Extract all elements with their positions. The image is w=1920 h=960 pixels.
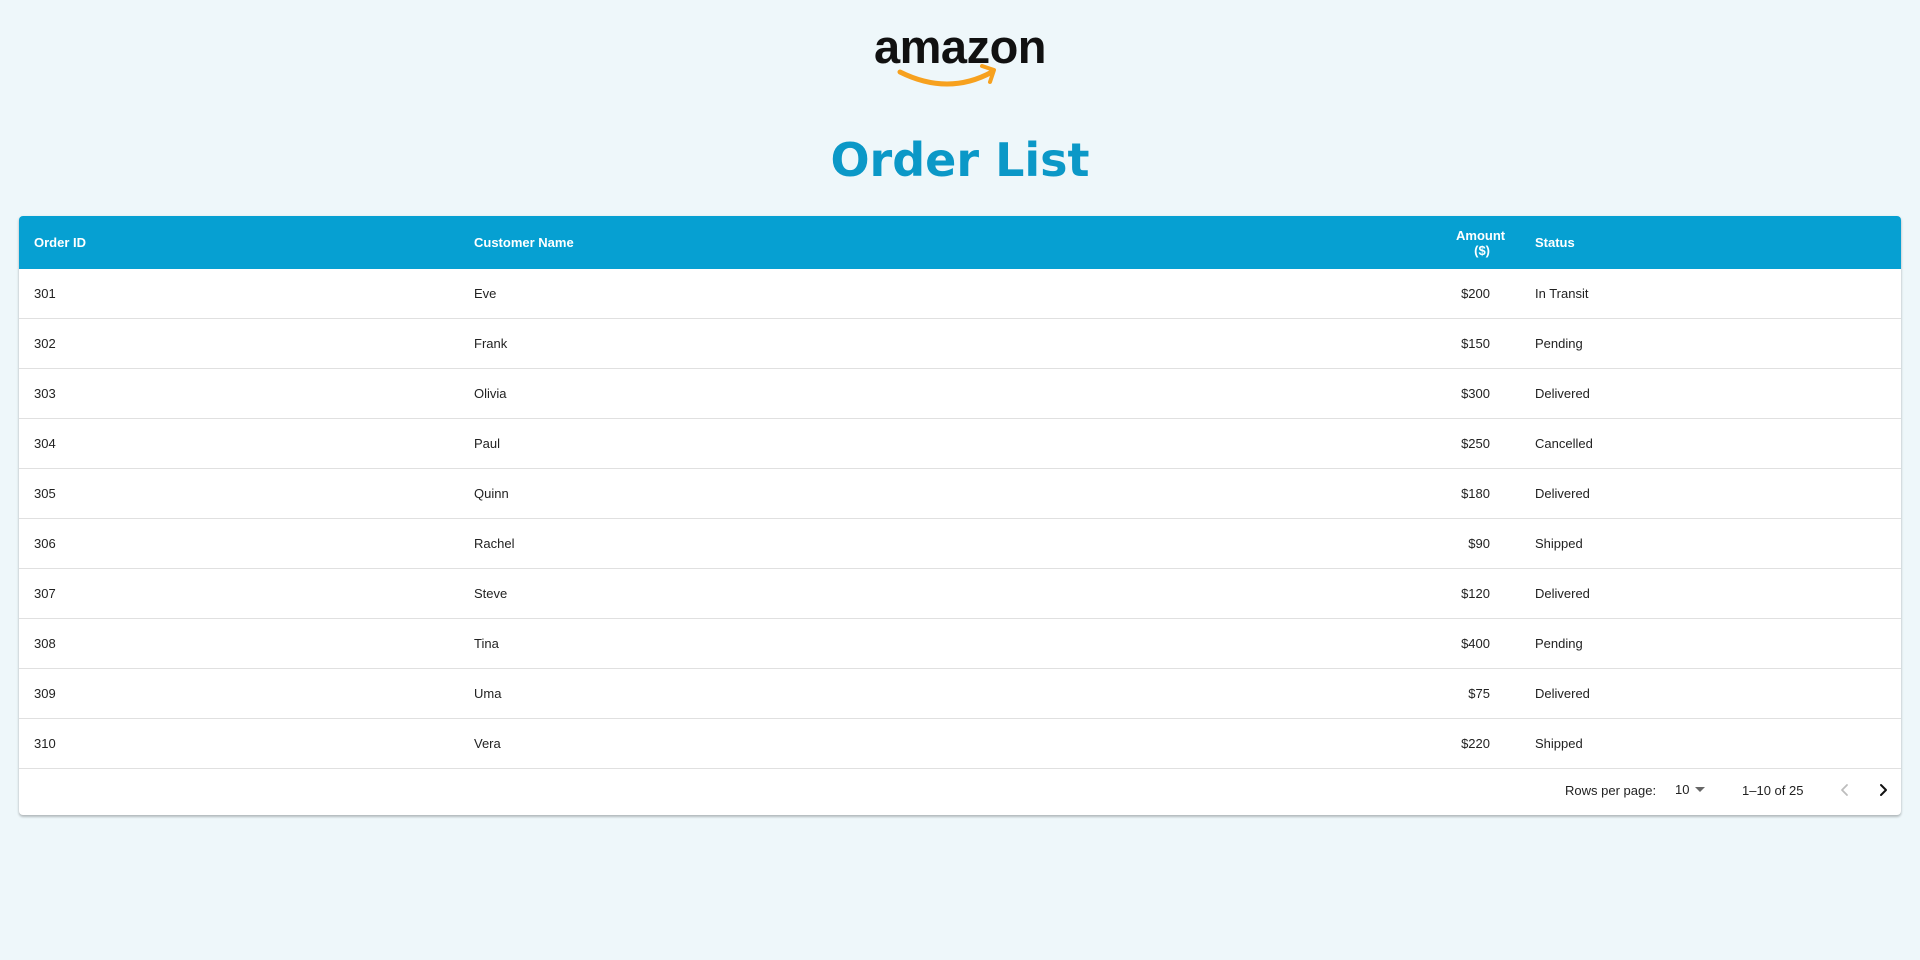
chevron-right-icon[interactable]: [1869, 776, 1897, 804]
cell-amount: $200: [1441, 269, 1505, 319]
pagination-range: 1–10 of 25: [1742, 783, 1804, 798]
orders-table: Order ID Customer Name Amount ($) Status…: [19, 216, 1901, 769]
table-row: 301 Eve $200 In Transit: [19, 269, 1901, 319]
cell-amount: $400: [1441, 618, 1505, 669]
table-row: 303 Olivia $300 Delivered: [19, 368, 1901, 419]
cell-customer-name: Rachel: [459, 518, 1441, 569]
rows-per-page-label: Rows per page:: [1565, 783, 1657, 798]
cell-amount: $75: [1441, 668, 1505, 719]
cell-order-id: 301: [19, 269, 459, 319]
cell-status: Delivered: [1505, 368, 1901, 419]
table-row: 302 Frank $150 Pending: [19, 318, 1901, 369]
cell-customer-name: Olivia: [459, 368, 1441, 419]
table-row: 304 Paul $250 Cancelled: [19, 418, 1901, 469]
cell-status: Shipped: [1505, 518, 1901, 569]
cell-amount: $90: [1441, 518, 1505, 569]
cell-order-id: 307: [19, 568, 459, 619]
cell-status: In Transit: [1505, 269, 1901, 319]
table-row: 305 Quinn $180 Delivered: [19, 468, 1901, 519]
cell-amount: $300: [1441, 368, 1505, 419]
cell-order-id: 308: [19, 618, 459, 669]
cell-status: Cancelled: [1505, 418, 1901, 469]
cell-status: Delivered: [1505, 668, 1901, 719]
page-title: Order List: [830, 133, 1090, 187]
cell-status: Delivered: [1505, 568, 1901, 619]
cell-status: Shipped: [1505, 718, 1901, 769]
table-row: 306 Rachel $90 Shipped: [19, 518, 1901, 569]
pagination-bar: Rows per page: 10 1–10 of 25: [19, 768, 1901, 815]
column-header-customer-name[interactable]: Customer Name: [459, 216, 1441, 269]
table-row: 308 Tina $400 Pending: [19, 618, 1901, 669]
cell-customer-name: Quinn: [459, 468, 1441, 519]
table-row: 307 Steve $120 Delivered: [19, 568, 1901, 619]
cell-amount: $220: [1441, 718, 1505, 769]
column-header-order-id[interactable]: Order ID: [19, 216, 459, 269]
table-row: 309 Uma $75 Delivered: [19, 668, 1901, 719]
cell-status: Pending: [1505, 618, 1901, 669]
amazon-logo: amazon: [870, 22, 1050, 88]
cell-amount: $120: [1441, 568, 1505, 619]
cell-order-id: 302: [19, 318, 459, 369]
cell-customer-name: Vera: [459, 718, 1441, 769]
cell-customer-name: Eve: [459, 269, 1441, 319]
chevron-left-icon[interactable]: [1831, 776, 1859, 804]
page: amazon Order List Order ID Customer Name…: [0, 0, 1920, 960]
cell-order-id: 303: [19, 368, 459, 419]
cell-customer-name: Tina: [459, 618, 1441, 669]
cell-order-id: 306: [19, 518, 459, 569]
column-header-status[interactable]: Status: [1505, 216, 1901, 269]
cell-customer-name: Frank: [459, 318, 1441, 369]
rows-per-page-select[interactable]: 10: [1675, 782, 1689, 797]
column-header-amount[interactable]: Amount ($): [1441, 216, 1505, 269]
cell-customer-name: Uma: [459, 668, 1441, 719]
table-row: 310 Vera $220 Shipped: [19, 718, 1901, 769]
cell-status: Pending: [1505, 318, 1901, 369]
cell-status: Delivered: [1505, 468, 1901, 519]
cell-amount: $150: [1441, 318, 1505, 369]
table-body: 301 Eve $200 In Transit 302 Frank $150 Pending 3…: [19, 269, 1901, 769]
cell-customer-name: Paul: [459, 418, 1441, 469]
cell-order-id: 305: [19, 468, 459, 519]
cell-order-id: 309: [19, 668, 459, 719]
orders-table-card: Order ID Customer Name Amount ($) Status…: [19, 216, 1901, 815]
smile-arrow-icon: [897, 64, 996, 87]
cell-order-id: 310: [19, 718, 459, 769]
caret-down-icon[interactable]: [1695, 787, 1705, 792]
cell-order-id: 304: [19, 418, 459, 469]
cell-amount: $180: [1441, 468, 1505, 519]
cell-amount: $250: [1441, 418, 1505, 469]
cell-customer-name: Steve: [459, 568, 1441, 619]
table-header-row: Order ID Customer Name Amount ($) Status: [19, 216, 1901, 269]
